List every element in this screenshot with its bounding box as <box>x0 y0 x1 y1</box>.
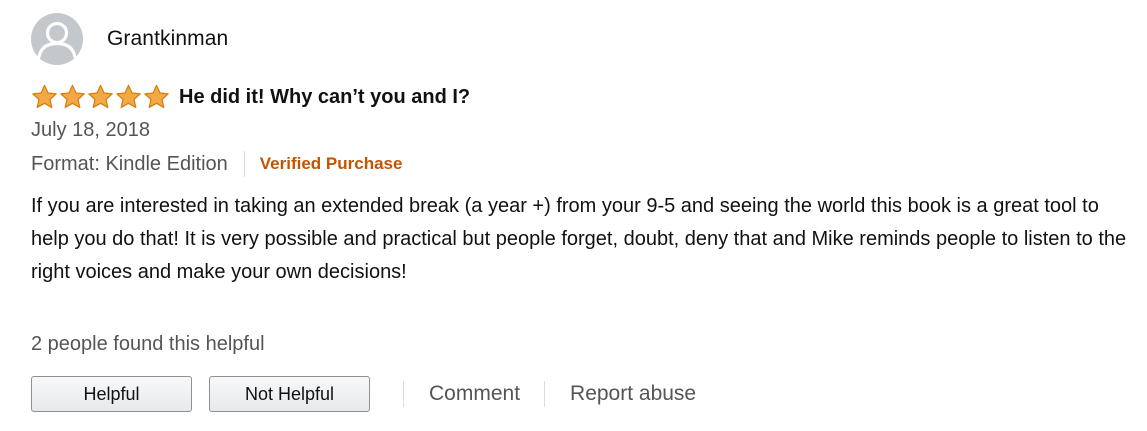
user-silhouette-icon[interactable] <box>31 13 83 65</box>
action-divider <box>403 381 404 407</box>
star-icon <box>60 84 85 109</box>
comment-link[interactable]: Comment <box>429 382 520 406</box>
review-title[interactable]: He did it! Why can’t you and I? <box>179 86 470 109</box>
helpful-button[interactable]: Helpful <box>31 376 192 412</box>
review-actions: Helpful Not Helpful Comment Report abuse <box>31 375 1141 413</box>
star-rating[interactable] <box>31 84 170 110</box>
helpful-count: 2 people found this helpful <box>31 333 265 355</box>
reviewer-profile[interactable]: Grantkinman <box>31 13 1141 65</box>
star-icon <box>32 84 57 109</box>
meta-divider <box>243 151 245 177</box>
star-icon <box>144 84 169 109</box>
action-divider <box>544 381 546 407</box>
review-title-row: He did it! Why can’t you and I? <box>31 81 1141 113</box>
star-icon <box>116 84 141 109</box>
review-meta: Format: Kindle Edition Verified Purchase <box>31 150 1141 178</box>
review-body: If you are interested in taking an exten… <box>31 195 1127 283</box>
format-link[interactable]: Format: Kindle Edition <box>31 153 228 176</box>
not-helpful-button[interactable]: Not Helpful <box>209 376 370 412</box>
review-date: July 18, 2018 <box>31 119 150 141</box>
reviewer-name[interactable]: Grantkinman <box>107 27 228 51</box>
report-abuse-link[interactable]: Report abuse <box>570 382 696 406</box>
verified-purchase-badge: Verified Purchase <box>259 154 403 173</box>
star-icon <box>88 84 113 109</box>
customer-review: Grantkinman He did it! Why can’t you and… <box>31 13 1141 413</box>
